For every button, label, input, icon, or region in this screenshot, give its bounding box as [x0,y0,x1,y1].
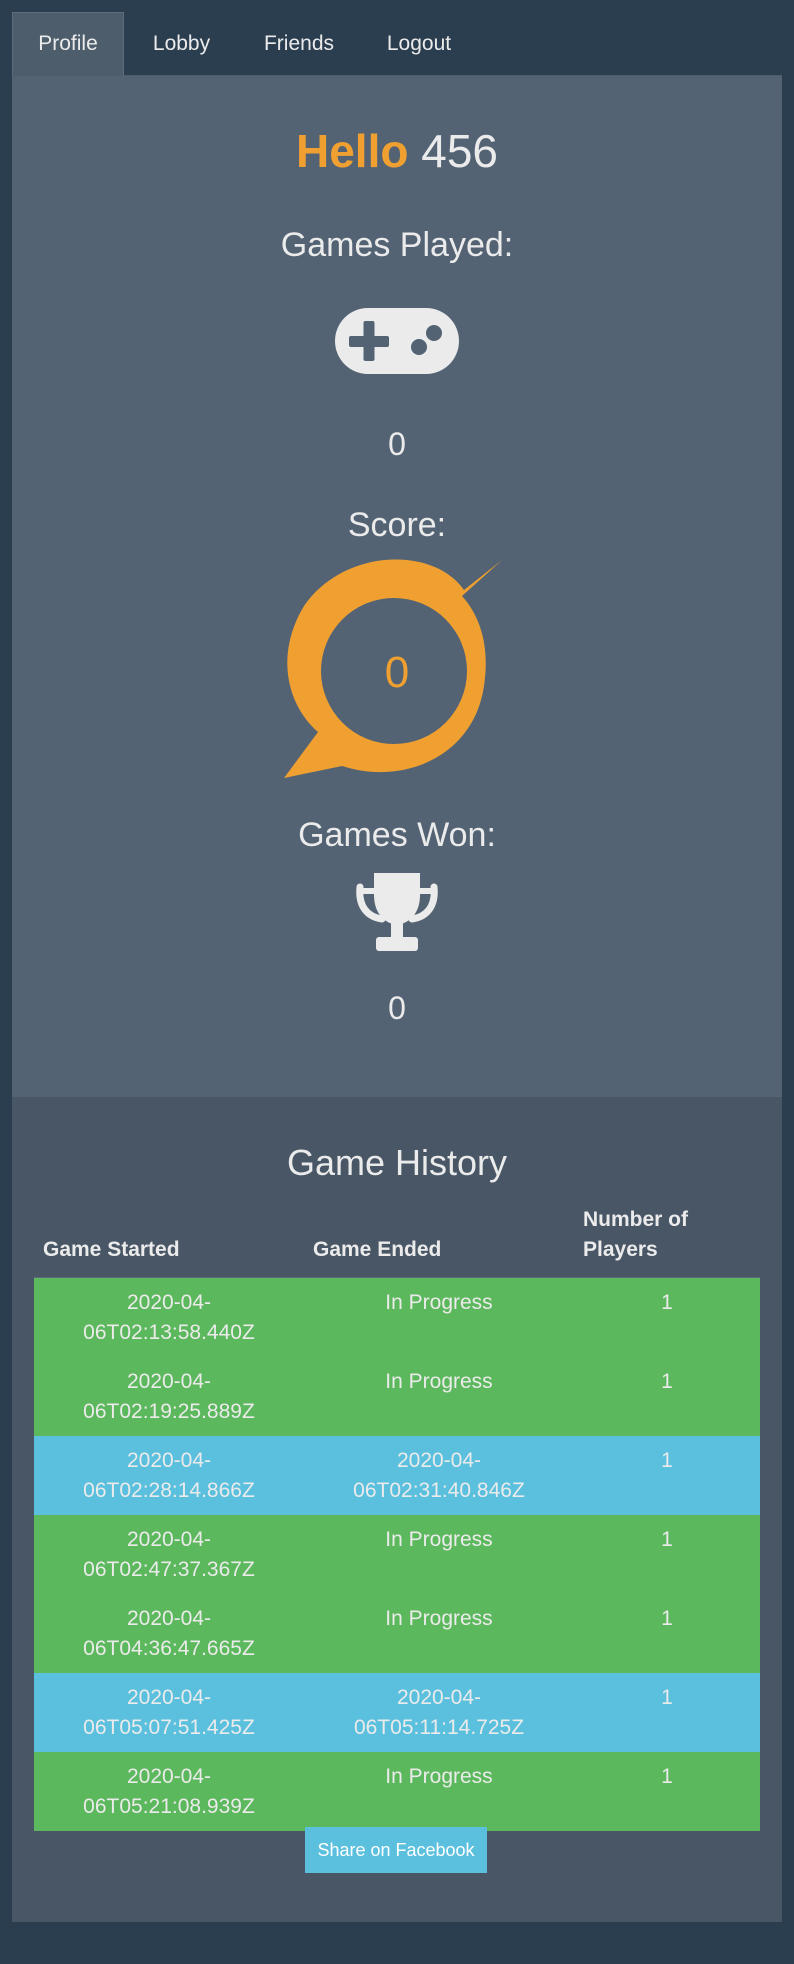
cell-started: 2020-04-06T02:13:58.440Z [83,1291,255,1344]
trophy-icon [356,873,438,951]
gamepad-icon [335,308,459,374]
cell-ended: In Progress [385,1527,493,1551]
cell-players: 1 [661,1685,673,1709]
cell-started: 2020-04-06T04:36:47.665Z [83,1606,255,1660]
cell-ended: In Progress [385,1764,493,1788]
column-header-ended: Game Ended [304,1205,574,1278]
nav-tabs: Profile Lobby Friends Logout [12,12,782,76]
table-row: 2020-04-06T02:19:25.889Z In Progress 1 [34,1356,760,1436]
games-played-label: Games Played: [280,226,514,264]
game-history-panel: Game History Game Started Game Ended Num… [12,1097,782,1922]
table-row: 2020-04-06T04:36:47.665Z In Progress 1 [34,1593,760,1673]
table-row: 2020-04-06T05:07:51.425Z 2020-04-06T05:11… [34,1672,760,1752]
tab-logout[interactable]: Logout [359,12,479,75]
cell-ended: 2020-04-06T02:31:40.846Z [353,1448,525,1502]
game-history-title: Game History [286,1142,508,1183]
cell-ended: In Progress [385,1291,493,1314]
cell-started: 2020-04-06T02:47:37.367Z [83,1527,255,1581]
cell-started: 2020-04-06T02:19:25.889Z [83,1369,255,1423]
table-row: 2020-04-06T02:13:58.440Z In Progress 1 [34,1277,760,1357]
table-header-row: Game Started Game Ended Number of Player… [34,1205,760,1278]
games-won-count: 0 [388,990,406,1026]
share-facebook-button[interactable]: Share on Facebook [305,1827,487,1873]
column-header-players: Number of Players [574,1205,760,1278]
cell-players: 1 [661,1764,673,1788]
cell-ended: 2020-04-06T05:11:14.725Z [353,1685,525,1739]
table-row: 2020-04-06T02:28:14.866Z 2020-04-06T02:31… [34,1435,760,1515]
table-row: 2020-04-06T05:21:08.939Z In Progress 1 [34,1751,760,1831]
cell-players: 1 [661,1369,673,1393]
tab-lobby[interactable]: Lobby [124,12,239,75]
score-value: 0 [384,648,410,697]
score-label: Score: [347,506,447,544]
greeting-heading: Hello 456 [12,128,782,174]
username: 456 [421,125,498,177]
cell-started: 2020-04-06T05:21:08.939Z [83,1764,255,1818]
cell-ended: In Progress [385,1606,493,1630]
tab-profile[interactable]: Profile [12,12,124,75]
cell-ended: In Progress [385,1369,493,1393]
games-won-label: Games Won: [298,816,496,854]
profile-panel: Hello 456 Games Played: 0 Score: 0 Games… [12,76,782,1097]
cell-started: 2020-04-06T05:07:51.425Z [83,1685,255,1739]
greeting-word: Hello [296,125,409,177]
cell-players: 1 [661,1291,673,1314]
game-history-table: Game Started Game Ended Number of Player… [34,1205,760,1831]
games-played-count: 0 [388,426,406,462]
cell-started: 2020-04-06T02:28:14.866Z [83,1448,255,1502]
table-row: 2020-04-06T02:47:37.367Z In Progress 1 [34,1514,760,1594]
cell-players: 1 [661,1606,673,1630]
cell-players: 1 [661,1448,673,1472]
game-history-rows: 2020-04-06T02:13:58.440Z In Progress 1 2020… [34,1277,760,1831]
cell-players: 1 [661,1527,673,1551]
tab-friends[interactable]: Friends [239,12,359,75]
column-header-started: Game Started [34,1205,304,1278]
